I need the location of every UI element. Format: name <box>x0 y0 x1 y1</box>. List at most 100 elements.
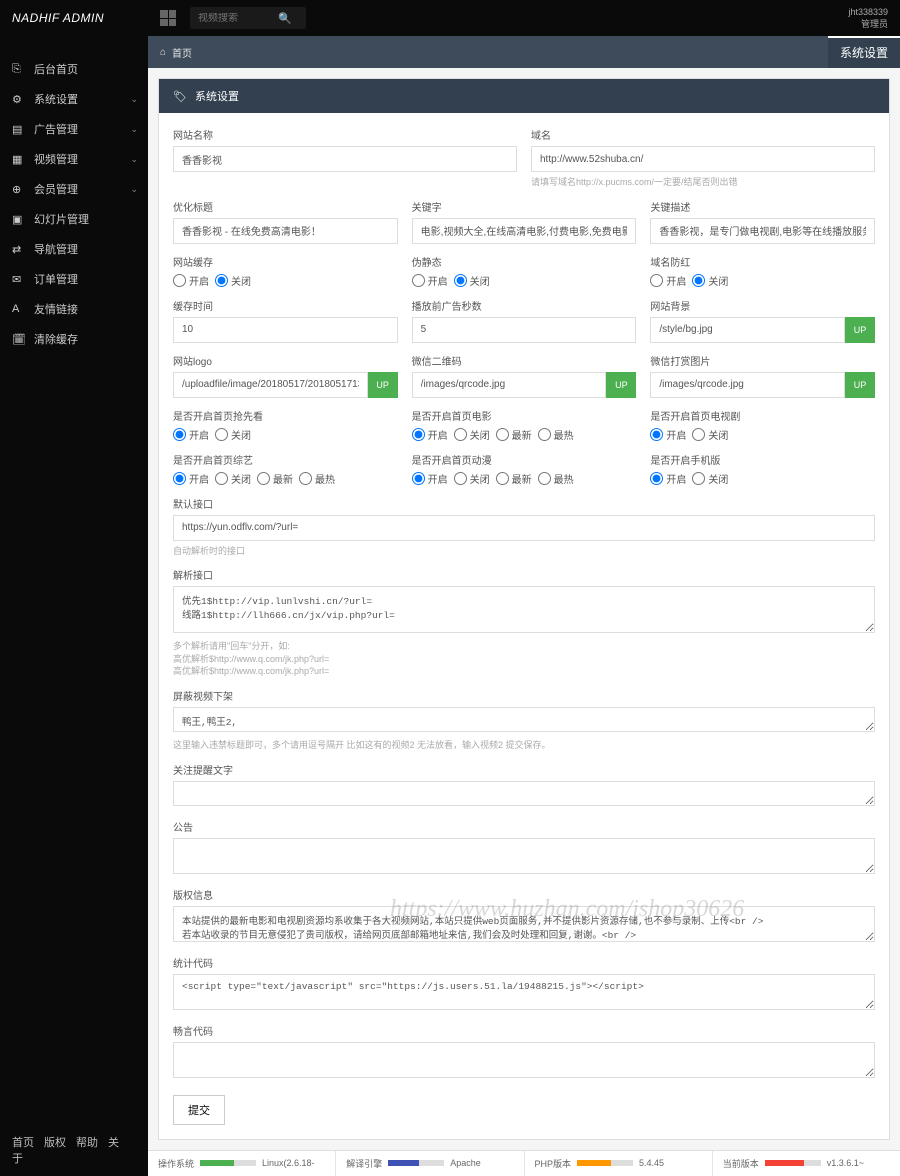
user-role: 管理员 <box>848 17 888 30</box>
nav-icon: ▣ <box>12 213 26 226</box>
search-icon[interactable]: 🔍 <box>278 12 292 25</box>
radio-hotlink[interactable]: 关闭 <box>692 273 728 288</box>
home-icon[interactable]: ⌂ <box>160 47 166 58</box>
user-menu[interactable]: jht338339 管理员 <box>848 7 888 30</box>
seo-title-input[interactable] <box>173 218 398 244</box>
search-input[interactable] <box>198 13 278 24</box>
sidebar-item-8[interactable]: A友情链接 <box>0 294 148 324</box>
radio-home_tv[interactable]: 关闭 <box>692 427 728 442</box>
label-rewrite: 伪静态 <box>412 254 637 269</box>
sidebar-item-9[interactable]: 🗓清除缓存 <box>0 324 148 354</box>
sidebar-item-3[interactable]: ▦视频管理⌄ <box>0 144 148 174</box>
label-adcode: 畅言代码 <box>173 1023 875 1038</box>
apps-icon[interactable] <box>160 10 176 26</box>
nav-icon: ⇄ <box>12 243 26 256</box>
sidebar-item-0[interactable]: ⎘后台首页 <box>0 54 148 84</box>
radio-home_anime[interactable]: 开启 <box>412 471 448 486</box>
label-home_variety: 是否开启首页综艺 <box>173 452 398 467</box>
progress-bar <box>765 1160 821 1166</box>
status-engine: 解译引擎Apache <box>335 1151 523 1176</box>
wechat-qr-input[interactable] <box>412 372 607 398</box>
label-announce: 公告 <box>173 819 875 834</box>
radio-home_anime[interactable]: 最新 <box>496 471 532 486</box>
sidebar-item-4[interactable]: ⊕会员管理⌄ <box>0 174 148 204</box>
radio-home_variety[interactable]: 最新 <box>257 471 293 486</box>
radio-home_variety[interactable]: 关闭 <box>215 471 251 486</box>
default-api-help: 自动解析时的接口 <box>173 545 875 558</box>
radio-home_movie[interactable]: 最新 <box>496 427 532 442</box>
label-home_movie: 是否开启首页电影 <box>412 408 637 423</box>
status-label: 当前版本 <box>723 1157 759 1170</box>
sidebar-item-2[interactable]: ▤广告管理⌄ <box>0 114 148 144</box>
site-logo-up[interactable]: UP <box>368 372 398 398</box>
tag-icon: 🏷 <box>173 90 187 103</box>
nav-icon: ⎘ <box>12 63 26 76</box>
radio-rewrite[interactable]: 关闭 <box>454 273 490 288</box>
radio-home_mobile[interactable]: 关闭 <box>692 471 728 486</box>
blocked-textarea[interactable]: 鸭王,鸭王2, <box>173 707 875 732</box>
adcode-textarea[interactable] <box>173 1042 875 1078</box>
status-os: 操作系统Linux(2.6.18- <box>148 1151 335 1176</box>
nav-icon: ⚙ <box>12 93 26 106</box>
radio-home_first[interactable]: 关闭 <box>215 427 251 442</box>
label-wechat-qr: 微信二维码 <box>412 353 637 368</box>
radio-home_variety[interactable]: 开启 <box>173 471 209 486</box>
cache-time-input[interactable] <box>173 317 398 343</box>
wechat-qr-up[interactable]: UP <box>606 372 636 398</box>
description-input[interactable] <box>650 218 875 244</box>
footer-link[interactable]: 首页 <box>12 1137 34 1149</box>
site-name-input[interactable] <box>173 146 517 172</box>
radio-home_tv[interactable]: 开启 <box>650 427 686 442</box>
radio-home_anime[interactable]: 关闭 <box>454 471 490 486</box>
ad-seconds-input[interactable] <box>412 317 637 343</box>
footer-link[interactable]: 版权 <box>44 1137 66 1149</box>
label-parse-api: 解析接口 <box>173 567 875 582</box>
nav-label: 幻灯片管理 <box>34 211 89 227</box>
site-bg-input[interactable] <box>650 317 845 343</box>
radio-home_variety[interactable]: 最热 <box>299 471 335 486</box>
site-bg-up[interactable]: UP <box>845 317 875 343</box>
parse-api-textarea[interactable]: 优先1$http://vip.lunlvshi.cn/?url= 线路1$htt… <box>173 586 875 633</box>
nav-icon: ▦ <box>12 153 26 166</box>
radio-home_mobile[interactable]: 开启 <box>650 471 686 486</box>
site-logo-input[interactable] <box>173 372 368 398</box>
label-home_first: 是否开启首页抢先看 <box>173 408 398 423</box>
nav-label: 系统设置 <box>34 91 78 107</box>
radio-home_movie[interactable]: 开启 <box>412 427 448 442</box>
keywords-input[interactable] <box>412 218 637 244</box>
wechat-reward-up[interactable]: UP <box>845 372 875 398</box>
label-cache: 网站缓存 <box>173 254 398 269</box>
status-label: 解译引擎 <box>346 1157 382 1170</box>
wechat-reward-input[interactable] <box>650 372 845 398</box>
label-site-logo: 网站logo <box>173 353 398 368</box>
breadcrumb-home[interactable]: 首页 <box>172 45 192 60</box>
label-ad-seconds: 播放前广告秒数 <box>412 298 637 313</box>
blocked-help: 这里输入违禁标题即可，多个请用逗号隔开 比如这有的视频2 无法放看，输入视频2 … <box>173 739 875 752</box>
radio-rewrite[interactable]: 开启 <box>412 273 448 288</box>
radio-cache[interactable]: 开启 <box>173 273 209 288</box>
tab-settings[interactable]: 系统设置 <box>828 36 900 68</box>
sidebar-item-7[interactable]: ✉ 订单管理 <box>0 264 148 294</box>
sidebar-item-6[interactable]: ⇄导航管理 <box>0 234 148 264</box>
chevron-down-icon: ⌄ <box>130 124 138 135</box>
follow-textarea[interactable] <box>173 781 875 806</box>
domain-input[interactable] <box>531 146 875 172</box>
radio-cache[interactable]: 关闭 <box>215 273 251 288</box>
label-blocked: 屏蔽视频下架 <box>173 688 875 703</box>
default-api-input[interactable] <box>173 515 875 541</box>
nav-icon: ✉ <box>12 273 26 286</box>
radio-home_anime[interactable]: 最热 <box>538 471 574 486</box>
submit-button[interactable]: 提交 <box>173 1095 225 1125</box>
sidebar-item-5[interactable]: ▣ 幻灯片管理 <box>0 204 148 234</box>
radio-home_movie[interactable]: 最热 <box>538 427 574 442</box>
sidebar-item-1[interactable]: ⚙系统设置⌄ <box>0 84 148 114</box>
footer-link[interactable]: 帮助 <box>76 1137 98 1149</box>
announce-textarea[interactable] <box>173 838 875 874</box>
radio-home_movie[interactable]: 关闭 <box>454 427 490 442</box>
stat-textarea[interactable]: <script type="text/javascript" src="http… <box>173 974 875 1010</box>
radio-home_first[interactable]: 开启 <box>173 427 209 442</box>
radio-hotlink[interactable]: 开启 <box>650 273 686 288</box>
nav-label: 订单管理 <box>34 271 78 287</box>
copyright-textarea[interactable]: 本站提供的最新电影和电视剧资源均系收集于各大视频网站,本站只提供web页面服务,… <box>173 906 875 942</box>
parse-api-help: 多个解析请用"回车"分开，如: 高优解析$http://www.q.com/jk… <box>173 640 875 678</box>
